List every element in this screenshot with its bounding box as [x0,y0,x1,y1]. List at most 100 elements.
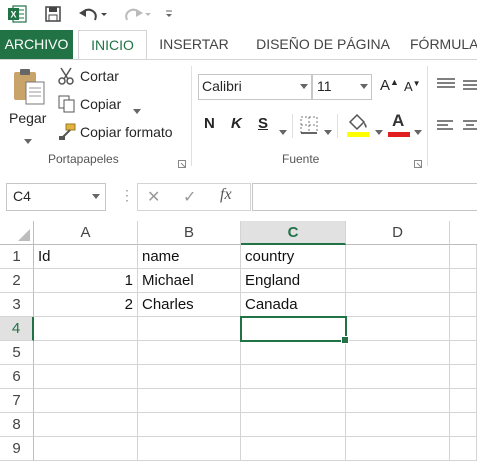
cell-d2[interactable] [346,269,450,293]
name-box[interactable]: C4 [6,183,106,211]
bold-button[interactable]: N [204,115,215,132]
cell-b9[interactable] [138,437,241,461]
enter-icon[interactable]: ✓ [183,187,196,207]
grow-font-button[interactable]: A▲ [380,77,399,94]
row-header-9[interactable]: 9 [0,437,34,461]
row-header-1[interactable]: 1 [0,245,34,269]
cell-b8[interactable] [138,413,241,437]
insert-function-button[interactable]: fx [220,186,232,204]
tab-formulas[interactable]: FÓRMULA [410,30,477,59]
underline-button[interactable]: S [258,115,268,132]
customize-qat-icon[interactable] [162,3,176,25]
cell-c8[interactable] [241,413,346,437]
cell-d7[interactable] [346,389,450,413]
cell-b1[interactable]: name [138,245,241,269]
row-header-8[interactable]: 8 [0,413,34,437]
cell-d1[interactable] [346,245,450,269]
cell-a2[interactable]: 1 [34,269,138,293]
paste-dropdown-icon[interactable] [24,132,32,148]
clipboard-dialog-launcher-icon[interactable] [178,155,186,171]
align-center-icon[interactable] [463,119,477,136]
cell-c3[interactable]: Canada [241,293,346,317]
italic-button[interactable]: K [231,115,242,132]
tab-archivo[interactable]: ARCHIVO [0,30,73,59]
shrink-font-button[interactable]: A▼ [404,79,421,94]
column-header-a[interactable]: A [34,221,138,245]
font-color-dropdown-icon[interactable] [414,123,422,139]
select-all-button[interactable] [0,221,34,245]
cell-d6[interactable] [346,365,450,389]
row-header-6[interactable]: 6 [0,365,34,389]
cell-e4[interactable] [450,317,477,341]
cell-e8[interactable] [450,413,477,437]
copy-button[interactable]: Copiar [80,96,121,112]
cell-e9[interactable] [450,437,477,461]
cell-b3[interactable]: Charles [138,293,241,317]
column-header-d[interactable]: D [346,221,450,245]
cell-e1[interactable] [450,245,477,269]
font-color-button[interactable]: A [388,111,410,138]
cell-e6[interactable] [450,365,477,389]
row-header-5[interactable]: 5 [0,341,34,365]
formula-input[interactable] [252,183,477,211]
cell-c6[interactable] [241,365,346,389]
cell-b5[interactable] [138,341,241,365]
font-size-combobox[interactable]: 11 [312,74,372,100]
font-name-combobox[interactable]: Calibri [198,74,312,100]
cell-b7[interactable] [138,389,241,413]
cell-a8[interactable] [34,413,138,437]
cell-e5[interactable] [450,341,477,365]
tab-insertar[interactable]: INSERTAR [153,30,235,59]
align-middle-icon[interactable] [463,77,477,94]
align-left-icon[interactable] [437,119,455,136]
cell-d4[interactable] [346,317,450,341]
cell-d9[interactable] [346,437,450,461]
cell-c5[interactable] [241,341,346,365]
cell-c2[interactable]: England [241,269,346,293]
underline-dropdown-icon[interactable] [279,123,287,139]
align-top-icon[interactable] [437,77,455,94]
row-header-4[interactable]: 4 [0,317,34,341]
cell-a4[interactable] [34,317,138,341]
row-header-7[interactable]: 7 [0,389,34,413]
fill-color-dropdown-icon[interactable] [375,123,383,139]
cell-b6[interactable] [138,365,241,389]
fill-color-icon[interactable] [346,112,370,141]
save-icon[interactable] [43,3,63,25]
cell-e2[interactable] [450,269,477,293]
fill-handle[interactable] [341,336,349,344]
cell-c1[interactable]: country [241,245,346,269]
undo-icon[interactable] [76,3,110,25]
copy-dropdown-icon[interactable] [133,102,141,118]
column-header-c[interactable]: C [241,221,346,245]
paste-icon[interactable] [12,68,46,105]
cell-e7[interactable] [450,389,477,413]
font-dialog-launcher-icon[interactable] [414,155,422,171]
cell-c7[interactable] [241,389,346,413]
cut-button[interactable]: Cortar [80,68,119,84]
format-painter-button[interactable]: Copiar formato [80,124,173,140]
cell-d3[interactable] [346,293,450,317]
cell-b4[interactable] [138,317,241,341]
cell-d8[interactable] [346,413,450,437]
redo-icon[interactable] [118,3,154,25]
cancel-icon[interactable]: ✕ [147,187,160,207]
cell-e3[interactable] [450,293,477,317]
borders-dropdown-icon[interactable] [324,123,332,139]
tab-inicio[interactable]: INICIO [78,30,147,60]
column-header-e[interactable] [450,221,477,245]
cell-b2[interactable]: Michael [138,269,241,293]
cell-a7[interactable] [34,389,138,413]
cell-a6[interactable] [34,365,138,389]
cell-a3[interactable]: 2 [34,293,138,317]
cell-c9[interactable] [241,437,346,461]
borders-icon[interactable] [300,116,318,137]
paste-button[interactable]: Pegar [9,110,46,126]
tab-diseno-de-pagina[interactable]: DISEÑO DE PÁGINA [249,30,397,59]
row-header-3[interactable]: 3 [0,293,34,317]
column-header-b[interactable]: B [138,221,241,245]
cell-a5[interactable] [34,341,138,365]
cell-d5[interactable] [346,341,450,365]
cell-a1[interactable]: Id [34,245,138,269]
cell-a9[interactable] [34,437,138,461]
